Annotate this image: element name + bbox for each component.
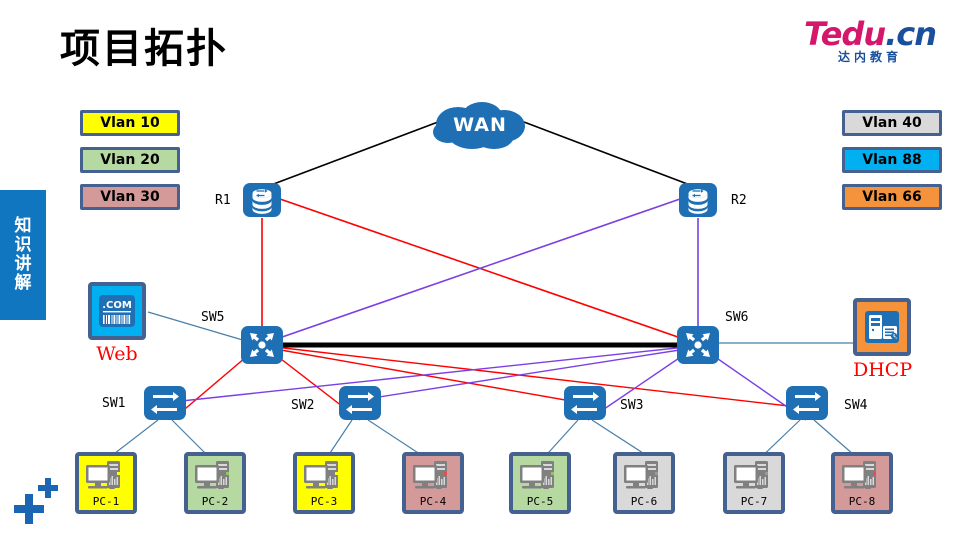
host-pc-2[interactable]: PC-2 xyxy=(184,452,246,514)
host-pc-1[interactable]: PC-1 xyxy=(75,452,137,514)
computer-icon xyxy=(86,461,120,489)
link-r1-sw6 xyxy=(279,198,699,345)
wan-label: WAN xyxy=(453,114,507,136)
computer-icon xyxy=(842,461,876,489)
topology-link-layer xyxy=(105,121,863,463)
slide-canvas: 项目拓扑 Tedu.cn 达内教育 知 识 讲 解 Vlan 10 Vlan 2… xyxy=(0,0,960,540)
switch-sw4[interactable]: SW4 xyxy=(786,386,867,420)
router-icon xyxy=(243,183,281,217)
host-label: PC-5 xyxy=(526,495,554,508)
server-dhcp[interactable]: DHCP xyxy=(853,298,912,381)
switch-sw5-label: SW5 xyxy=(201,310,225,325)
wan-cloud: WAN xyxy=(426,100,534,154)
switch-sw1[interactable]: SW1 xyxy=(102,386,186,420)
layer2-switch-icon xyxy=(144,386,186,420)
web-server-box: .COM xyxy=(88,282,146,340)
switch-sw2[interactable]: SW2 xyxy=(291,386,381,420)
dotcom-icon: .COM xyxy=(99,295,135,327)
switch-sw6[interactable]: SW6 xyxy=(677,310,748,364)
host-label: PC-2 xyxy=(201,495,229,508)
router-icon xyxy=(679,183,717,217)
switch-sw5[interactable]: SW5 xyxy=(201,310,283,364)
host-pc-7[interactable]: PC-7 xyxy=(723,452,785,514)
host-label: PC-4 xyxy=(419,495,447,508)
dhcp-server-label: DHCP xyxy=(853,359,913,381)
router-r2-label: R2 xyxy=(731,193,747,208)
layer2-switch-icon xyxy=(339,386,381,420)
computer-icon xyxy=(413,461,447,489)
link-sw3-pc6 xyxy=(591,419,647,456)
host-label: PC-3 xyxy=(310,495,338,508)
computer-icon xyxy=(304,461,338,489)
switch-sw3-label: SW3 xyxy=(620,398,644,413)
switch-sw2-label: SW2 xyxy=(291,398,315,413)
host-pc-3[interactable]: PC-3 xyxy=(293,452,355,514)
host-pc-4[interactable]: PC-4 xyxy=(402,452,464,514)
host-label: PC-6 xyxy=(630,495,658,508)
host-label: PC-8 xyxy=(848,495,876,508)
link-wan-r2 xyxy=(523,121,699,189)
switch-sw3[interactable]: SW3 xyxy=(564,386,643,420)
switch-sw6-label: SW6 xyxy=(725,310,749,325)
host-pc-6[interactable]: PC-6 xyxy=(613,452,675,514)
host-pc-5[interactable]: PC-5 xyxy=(509,452,571,514)
link-sw5-sw3 xyxy=(274,348,589,405)
router-r1-label: R1 xyxy=(215,193,231,208)
link-wan-r1 xyxy=(262,121,439,189)
computer-icon xyxy=(734,461,768,489)
host-pc-8[interactable]: PC-8 xyxy=(831,452,893,514)
link-r2-sw5 xyxy=(261,198,681,345)
switch-sw1-label: SW1 xyxy=(102,396,126,411)
layer3-switch-icon xyxy=(241,326,283,364)
router-r1[interactable]: R1 xyxy=(215,183,281,217)
computer-icon xyxy=(624,461,658,489)
server-web[interactable]: .COM Web xyxy=(88,282,146,365)
layer2-switch-icon xyxy=(786,386,828,420)
dhcp-server-box xyxy=(853,298,911,356)
router-r2[interactable]: R2 xyxy=(679,183,747,217)
host-label: PC-1 xyxy=(92,495,120,508)
server-icon xyxy=(865,311,899,343)
layer3-switch-icon xyxy=(677,326,719,364)
host-label: PC-7 xyxy=(740,495,768,508)
layer2-switch-icon xyxy=(564,386,606,420)
computer-icon xyxy=(520,461,554,489)
computer-icon xyxy=(195,461,229,489)
link-web-sw5 xyxy=(147,311,247,342)
web-server-label: Web xyxy=(96,343,138,365)
svg-text:.COM: .COM xyxy=(102,300,132,311)
switch-sw4-label: SW4 xyxy=(844,398,868,413)
